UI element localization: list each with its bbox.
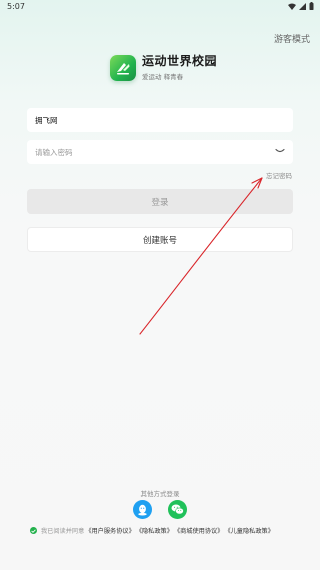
agreement-checkbox[interactable] (30, 527, 37, 534)
child-privacy-policy-link[interactable]: 《儿童隐私政策》 (224, 526, 274, 535)
wechat-login-button[interactable] (168, 500, 187, 519)
qq-icon (138, 504, 147, 515)
agreement-prefix: 我已阅读并同意 (41, 528, 85, 535)
agreement-row: 我已阅读并同意 《用户服务协议》 《隐私政策》 《商城使用协议》 《儿童隐私政策… (30, 526, 300, 535)
other-login-label: 其他方式登录 (140, 490, 180, 498)
user-service-agreement-link[interactable]: 《用户服务协议》 (85, 526, 135, 535)
mall-agreement-link[interactable]: 《商城使用协议》 (174, 526, 224, 535)
qq-login-button[interactable] (133, 500, 152, 519)
privacy-policy-link[interactable]: 《隐私政策》 (136, 526, 173, 535)
check-icon (31, 528, 36, 533)
social-login-row (0, 500, 320, 519)
annotation-arrow (139, 177, 263, 335)
wechat-icon (171, 504, 184, 515)
